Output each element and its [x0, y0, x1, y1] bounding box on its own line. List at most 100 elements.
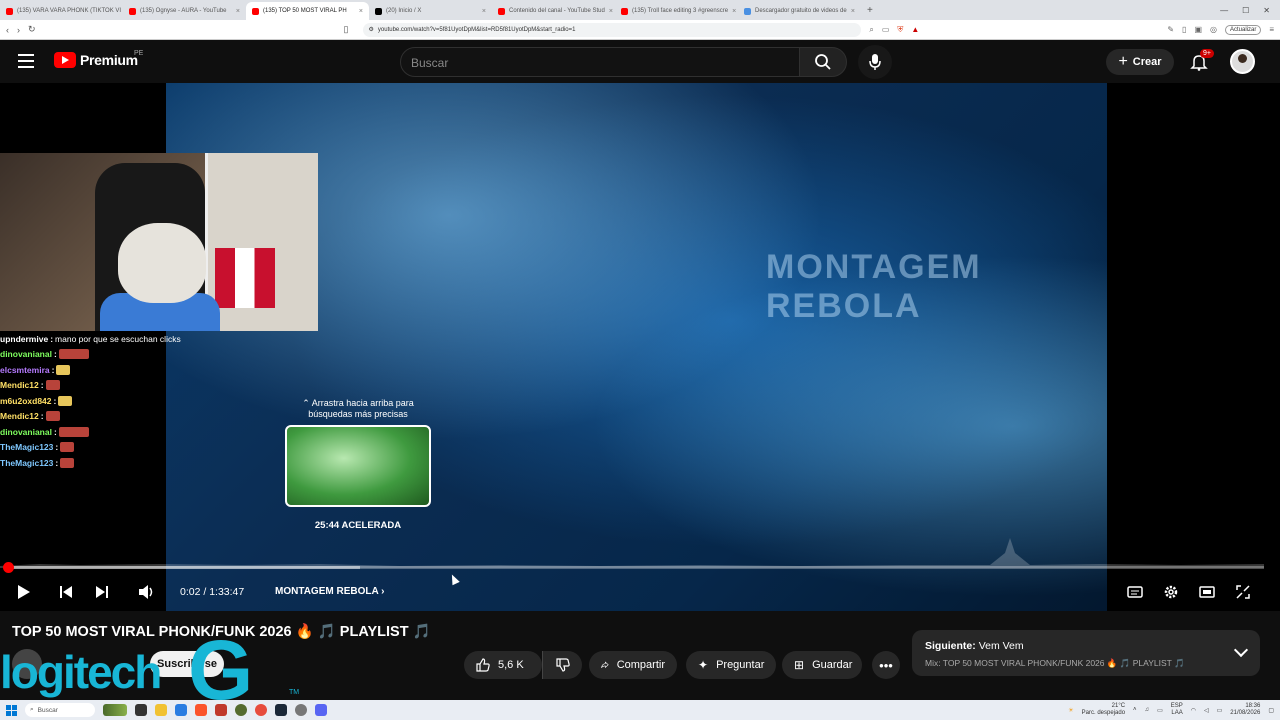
wallet-icon[interactable]: ▣ [1194, 25, 1202, 34]
subtitles-button[interactable] [1124, 581, 1146, 603]
taskbar-search[interactable]: ⌕ Buscar [25, 703, 95, 717]
share-label: Compartir [616, 659, 665, 671]
browser-tab[interactable]: Contenido del canal - YouTube Stud × [492, 2, 615, 20]
like-button[interactable]: 5,6 K [464, 651, 542, 679]
volume-button[interactable] [136, 581, 158, 603]
settings-app-icon[interactable] [295, 704, 307, 716]
brave-browser-icon[interactable] [195, 704, 207, 716]
shield-icon[interactable]: ⛨ [897, 25, 903, 35]
extensions-icon[interactable]: ✎ [1167, 25, 1174, 34]
theater-mode-button[interactable] [1196, 581, 1218, 603]
vpn-icon[interactable]: ◎ [1210, 25, 1217, 34]
task-view-icon[interactable] [135, 704, 147, 716]
chat-username: m6u2oxd842 [0, 395, 52, 406]
close-window-icon[interactable]: ✕ [1263, 6, 1270, 15]
up-next-card[interactable]: Siguiente: Vem Vem Mix: TOP 50 MOST VIRA… [912, 630, 1260, 676]
weather-icon[interactable]: ☀ [1068, 707, 1073, 714]
scrub-preview-thumbnail [285, 425, 431, 507]
browser-tab[interactable]: (135) Troll face editing 3 #greenscre × [615, 2, 738, 20]
avatar[interactable] [1230, 49, 1255, 74]
tab-favicon-icon [375, 7, 382, 15]
app-red-icon[interactable] [215, 704, 227, 716]
battery-icon[interactable]: ▭ [1217, 707, 1223, 714]
progress-scrubber[interactable] [3, 562, 14, 573]
settings-button[interactable] [1160, 581, 1182, 603]
windows-start-icon[interactable] [6, 704, 17, 716]
weather-widget[interactable]: 21°C Parc. despejado [1082, 703, 1125, 717]
youtube-logo[interactable]: Premium [54, 52, 138, 68]
alert-icon[interactable]: ▲ [911, 25, 919, 34]
browser-tab[interactable]: (135) VARA VARA PHONK (TIKTOK VI× [0, 2, 123, 20]
play-button[interactable] [13, 581, 35, 603]
logitech-g-mark: G [188, 623, 254, 717]
chat-message: Mendic12 : [0, 409, 170, 425]
sidebar-icon[interactable]: ▯ [1182, 25, 1186, 34]
chat-username: dinovanianal [0, 426, 52, 437]
close-tab-icon[interactable]: × [359, 8, 363, 15]
update-button[interactable]: Actualizar [1224, 24, 1262, 35]
browser-tab[interactable]: (135) TOP 50 MOST VIRAL PH × [246, 2, 369, 20]
chevron-down-icon[interactable] [1233, 642, 1249, 658]
clock[interactable]: 18:36 21/08/2026 [1230, 703, 1260, 717]
close-tab-icon[interactable]: × [609, 8, 613, 15]
network-icon[interactable]: ▭ [1157, 707, 1163, 714]
tab-label: Descargador gratuito de videos de [755, 8, 847, 14]
close-tab-icon[interactable]: × [732, 8, 736, 15]
app-green-icon[interactable] [235, 704, 247, 716]
save-button[interactable]: ⊞ Guardar [782, 651, 862, 679]
reload-icon[interactable]: ↻ [28, 24, 36, 35]
steam-icon[interactable] [275, 704, 287, 716]
maximize-icon[interactable]: ☐ [1242, 6, 1249, 15]
browser-tab[interactable]: Descargador gratuito de videos de × [738, 2, 861, 20]
sparkle-icon: ✦ [698, 658, 709, 672]
next-button[interactable] [91, 581, 113, 603]
forward-icon[interactable]: › [17, 25, 20, 35]
more-actions-button[interactable]: ••• [872, 651, 900, 679]
cast-icon[interactable]: ▭ [882, 25, 890, 34]
zoom-icon[interactable]: ⌕ [869, 25, 873, 35]
new-tab-button[interactable]: + [861, 5, 879, 16]
notifications-icon[interactable]: ▢ [1268, 707, 1274, 714]
chevron-up-icon[interactable]: ˄ [1133, 707, 1137, 713]
browser-tab[interactable]: (135) Ognyse - AURA - YouTube × [123, 2, 246, 20]
menu-icon[interactable] [18, 54, 34, 68]
create-button[interactable]: + Crear [1106, 49, 1174, 75]
progress-bar[interactable] [8, 566, 1264, 569]
url-field[interactable]: ⚙ youtube.com/watch?v=5f81UyotDpM&list=R… [362, 22, 862, 37]
wifi-icon[interactable]: ◠ [1191, 707, 1196, 714]
search-input[interactable]: Buscar [400, 47, 800, 77]
app-circle-icon[interactable] [255, 704, 267, 716]
share-button[interactable]: Compartir [589, 651, 677, 679]
back-icon[interactable]: ‹ [6, 25, 9, 35]
file-explorer-icon[interactable] [155, 704, 167, 716]
chat-emote-icon [58, 349, 89, 360]
store-icon[interactable] [175, 704, 187, 716]
search-button[interactable] [799, 47, 847, 77]
close-tab-icon[interactable]: × [236, 8, 240, 15]
chapter-button[interactable]: MONTAGEM REBOLA › [275, 586, 384, 597]
trademark-mark: TM [289, 689, 300, 696]
close-tab-icon[interactable]: × [482, 8, 486, 15]
close-tab-icon[interactable]: × [851, 8, 855, 15]
language-indicator[interactable]: ESP LAA [1171, 703, 1183, 717]
minimize-icon[interactable]: — [1220, 6, 1228, 15]
site-info-icon[interactable]: ⚙ [369, 26, 374, 33]
widget-icon[interactable] [103, 704, 127, 716]
dislike-button[interactable] [542, 651, 582, 679]
chat-message: dinovanianal : [0, 424, 170, 440]
discord-icon[interactable] [315, 704, 327, 716]
bookmark-icon[interactable]: ▯ [344, 24, 349, 35]
video-player[interactable]: MONTAGEM REBOLA upndermive : mano por qu… [0, 83, 1280, 611]
fullscreen-button[interactable] [1232, 581, 1254, 603]
mic-tray-icon[interactable]: ♫ [1145, 707, 1150, 713]
theater-icon [1199, 586, 1215, 598]
menu-icon[interactable]: ≡ [1269, 25, 1274, 34]
speaker-icon[interactable]: ◁ [1204, 707, 1209, 714]
previous-button[interactable] [55, 581, 77, 603]
browser-tab[interactable]: (20) Inicio / X × [369, 2, 492, 20]
voice-search-button[interactable] [858, 45, 892, 79]
chat-username: TheMagic123 [0, 457, 54, 468]
clock-time: 18:36 [1245, 703, 1261, 709]
ask-button[interactable]: ✦ Preguntar [686, 651, 776, 679]
play-icon [18, 585, 30, 599]
